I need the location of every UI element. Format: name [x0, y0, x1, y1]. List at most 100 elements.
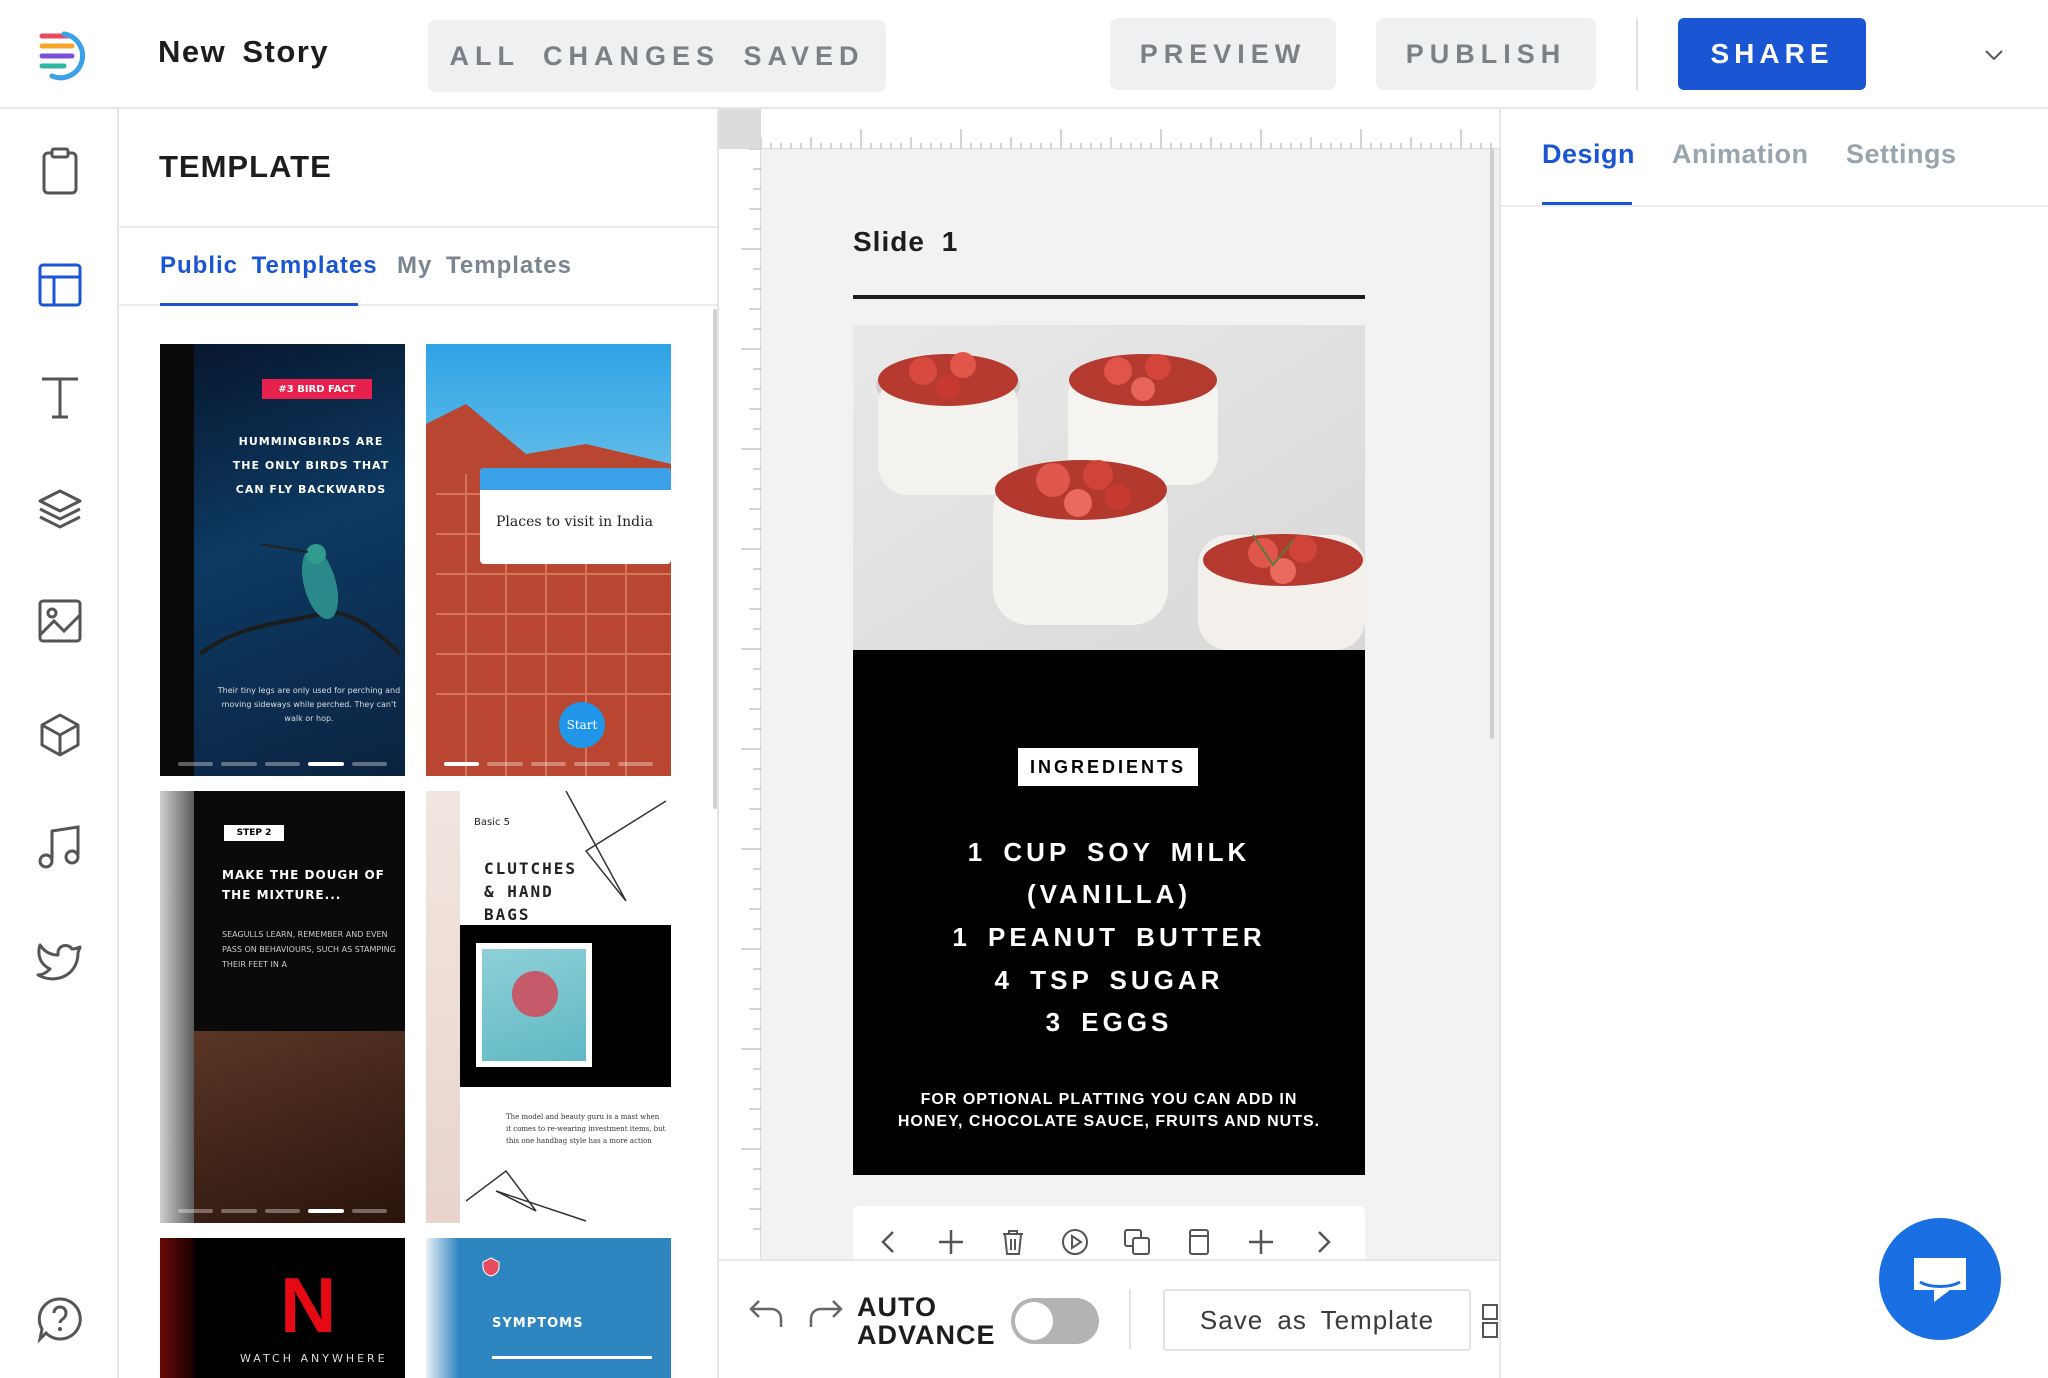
ingredients-badge[interactable]: INGREDIENTS	[1018, 748, 1198, 786]
tool-rail	[0, 109, 119, 1378]
tab-my-templates[interactable]: My Templates	[397, 252, 572, 280]
play-icon[interactable]	[1059, 1226, 1091, 1258]
topbar-divider	[1636, 18, 1638, 90]
template-thumbnail[interactable]: N WATCH ANYWHERE	[160, 1238, 405, 1378]
dessert-photo[interactable]	[853, 325, 1365, 650]
auto-advance-label-line: AUTO	[857, 1292, 938, 1322]
template-panel: TEMPLATE Public Templates My Templates #…	[119, 109, 719, 1378]
tab-public-templates[interactable]: Public Templates	[160, 252, 378, 280]
properties-panel: Design Animation Settings	[1499, 109, 2048, 1378]
ingredient-line[interactable]: 1 PEANUT BUTTER	[853, 922, 1365, 953]
add-slide-icon[interactable]	[935, 1226, 967, 1258]
thumbnail-body: Their tiny legs are only used for perchi…	[217, 686, 401, 723]
save-as-template-button[interactable]: Save as Template	[1163, 1289, 1471, 1351]
canvas-area: Slide 1 INGREDIENTS 1 CUP SOY MILK (VANI…	[719, 109, 1499, 1259]
auto-advance-toggle[interactable]	[1011, 1298, 1099, 1344]
help-icon[interactable]	[34, 1293, 86, 1345]
chat-button[interactable]	[1879, 1218, 2001, 1340]
note-text[interactable]: FOR OPTIONAL PLATTING YOU CAN ADD IN	[853, 1091, 1365, 1109]
twitter-icon[interactable]	[34, 935, 86, 987]
auto-advance-label: AUTO ADVANCE	[857, 1293, 996, 1349]
properties-tabs: Design Animation Settings	[1501, 109, 2048, 207]
thumbnail-photo-frame	[476, 943, 592, 1067]
bottom-bar: AUTO ADVANCE Save as Template	[719, 1259, 1499, 1378]
template-tabs: Public Templates My Templates	[119, 226, 717, 306]
layers-icon[interactable]	[34, 483, 86, 535]
card-title: Places to visit in India	[496, 514, 653, 530]
thumbnail-edge	[160, 344, 194, 776]
redo-icon[interactable]	[805, 1291, 847, 1333]
ingredient-line[interactable]: 1 CUP SOY MILK	[853, 837, 1365, 868]
text-icon[interactable]	[34, 371, 86, 423]
tab-animation[interactable]: Animation	[1672, 139, 1809, 170]
cube-icon[interactable]	[34, 709, 86, 761]
add-after-icon[interactable]	[1245, 1226, 1277, 1258]
canvas-scrollbar[interactable]	[1490, 149, 1494, 739]
template-icon[interactable]	[34, 259, 86, 311]
template-thumbnail[interactable]: Basic 5 CLUTCHES & HAND BAGS The model a…	[426, 791, 671, 1223]
thumbnail-headline: HUMMINGBIRDS ARE THE ONLY BIRDS THAT CAN…	[232, 435, 390, 496]
tab-settings[interactable]: Settings	[1846, 139, 1957, 170]
top-bar: New Story ALL CHANGES SAVED PREVIEW PUBL…	[0, 0, 2048, 109]
active-tab-indicator	[160, 303, 358, 306]
thumbnail-body: The model and beauty guru is a mast when…	[506, 1113, 666, 1145]
panel-title: TEMPLATE	[159, 149, 332, 184]
line-art	[565, 791, 667, 902]
template-thumbnail[interactable]: Places to visit in India Start	[426, 344, 671, 776]
thumbnail-kicker: Basic 5	[474, 817, 511, 828]
thumbnail-edge	[160, 1238, 194, 1378]
ingredient-line[interactable]: (VANILLA)	[853, 879, 1365, 910]
slide-toolbar	[853, 1206, 1365, 1259]
story-progress	[178, 762, 388, 766]
template-thumbnail[interactable]: #3 BIRD FACT HUMMINGBIRDS ARE THE ONLY B…	[160, 344, 405, 776]
card: Places to visit in India	[480, 468, 671, 564]
thumbnail-photo	[194, 1031, 405, 1223]
thumbnail-caption: SYMPTOMS	[492, 1316, 584, 1331]
tab-design[interactable]: Design	[1542, 139, 1635, 170]
palace-illustration	[426, 404, 671, 776]
chevron-right-icon[interactable]	[1307, 1226, 1339, 1258]
thumbnail-edge	[160, 791, 194, 1223]
app-logo-icon[interactable]	[38, 30, 100, 82]
hummingbird-illustration	[200, 543, 400, 656]
ingredient-line[interactable]: 4 TSP SUGAR	[853, 965, 1365, 996]
publish-button[interactable]: PUBLISH	[1376, 18, 1596, 90]
save-status-badge: ALL CHANGES SAVED	[428, 20, 886, 92]
ruler-horizontal	[760, 109, 1499, 149]
trash-icon[interactable]	[997, 1226, 1029, 1258]
music-icon[interactable]	[34, 821, 86, 873]
slide-divider	[853, 295, 1365, 299]
start-button: Start	[559, 702, 605, 748]
grid-view-icon[interactable]	[1481, 1301, 1499, 1341]
shield-icon	[480, 1256, 502, 1278]
notes-icon[interactable]	[1183, 1226, 1215, 1258]
chat-bubble-icon	[1914, 1258, 1966, 1302]
share-button[interactable]: SHARE	[1678, 18, 1866, 90]
chevron-left-icon[interactable]	[873, 1226, 905, 1258]
bag-shape	[512, 971, 558, 1017]
image-icon[interactable]	[34, 595, 86, 647]
story-progress	[178, 1209, 388, 1213]
template-scrollbar[interactable]	[713, 309, 717, 809]
toggle-knob	[1015, 1302, 1053, 1340]
slide-canvas[interactable]: INGREDIENTS 1 CUP SOY MILK (VANILLA) 1 P…	[853, 325, 1365, 1175]
preview-button[interactable]: PREVIEW	[1110, 18, 1336, 90]
template-thumbnail[interactable]: SYMPTOMS	[426, 1238, 671, 1378]
clipboard-icon[interactable]	[34, 145, 86, 197]
chevron-down-icon[interactable]	[1976, 40, 2012, 70]
ruler-corner	[719, 109, 761, 149]
netflix-logo: N	[280, 1261, 337, 1349]
template-thumbnail[interactable]: STEP 2 MAKE THE DOUGH OF THE MIXTURE... …	[160, 791, 405, 1223]
auto-advance-label-line: ADVANCE	[857, 1320, 996, 1350]
thumbnail-edge	[426, 791, 460, 1223]
note-text[interactable]: HONEY, CHOCOLATE SAUCE, FRUITS AND NUTS.	[853, 1113, 1365, 1131]
slide-label: Slide 1	[853, 226, 959, 257]
thumbnail-body: SEAGULLS LEARN, REMEMBER AND EVEN PASS O…	[222, 930, 396, 969]
line-art	[466, 1169, 587, 1222]
duplicate-icon[interactable]	[1121, 1226, 1153, 1258]
undo-icon[interactable]	[745, 1291, 787, 1333]
ingredient-line[interactable]: 3 EGGS	[853, 1007, 1365, 1038]
story-title[interactable]: New Story	[158, 34, 329, 70]
thumbnail-caption: WATCH ANYWHERE	[240, 1352, 388, 1365]
thumbnail-headline: MAKE THE DOUGH OF THE MIXTURE...	[222, 868, 385, 902]
